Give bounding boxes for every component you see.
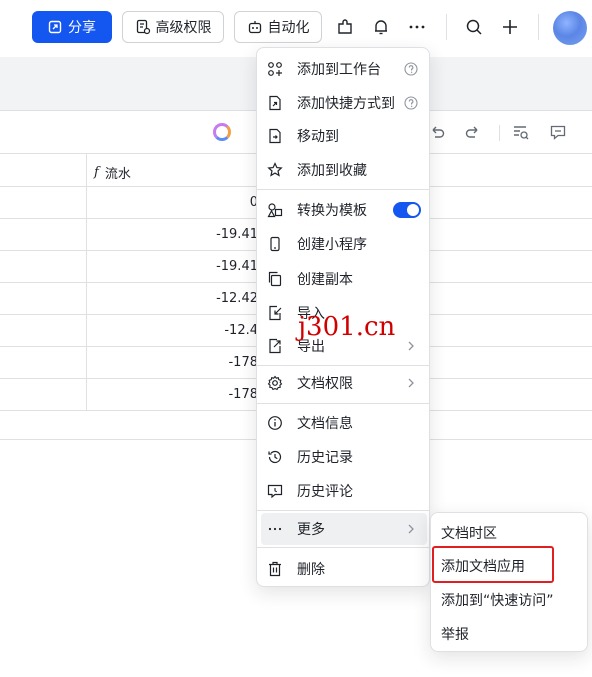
avatar[interactable] [553,11,587,45]
cell-value: -12.4 [224,323,258,338]
menu-item-create-mini-program[interactable]: 创建小程序 [261,228,427,260]
gear-icon [267,375,283,391]
toolbar-divider [446,14,447,40]
chevron-right-icon [403,338,419,354]
history-icon [267,449,283,465]
menu-item-add-shortcut[interactable]: 添加快捷方式到 [261,87,427,119]
menu-divider [257,547,429,548]
bell-icon[interactable] [370,16,392,38]
column-header-label: 流水 [104,167,131,182]
submenu-item-label: 添加到“快速访问” [441,593,554,609]
star-icon [267,162,283,178]
cell-value: -19.41 [216,259,258,274]
info-icon [267,415,283,431]
menu-item-convert-template[interactable]: 转换为模板 [261,194,427,226]
submenu-item-doc-timezone[interactable]: 文档时区 [441,517,497,549]
move-icon [267,128,283,144]
menu-item-add-to-workspace[interactable]: 添加到工作台 [261,53,427,85]
cell-value: -12.42 [216,291,258,306]
menu-item-label: 删除 [297,562,325,578]
share-icon [48,20,62,34]
menu-divider [257,510,429,511]
menu-item-label: 创建副本 [297,272,353,288]
menu-item-label: 添加快捷方式到 [297,96,395,112]
menu-item-label: 文档信息 [297,416,353,432]
formula-icon: f [94,165,99,180]
menu-item-label: 移动到 [297,129,339,145]
menu-item-label: 历史记录 [297,450,353,466]
menu-item-label: 更多 [297,522,325,538]
submenu-item-label: 文档时区 [441,526,497,542]
chevron-right-icon [403,375,419,391]
menu-divider [257,403,429,404]
help-icon[interactable] [403,95,419,111]
menu-item-history-comments[interactable]: 历史评论 [261,475,427,507]
more-horizontal-icon[interactable] [406,16,428,38]
cell-value: -19.41 [216,227,258,242]
import-icon [267,305,283,321]
comment-icon[interactable] [549,123,567,145]
undo-icon[interactable] [428,123,446,145]
menu-item-label: 创建小程序 [297,237,367,253]
plus-icon[interactable] [499,16,521,38]
menu-item-more[interactable]: 更多 [261,513,427,545]
watermark-text: j301.cn [298,312,396,342]
template-icon [267,202,283,218]
menu-item-label: 历史评论 [297,484,353,500]
mini-program-icon [267,236,283,252]
menu-item-move-to[interactable]: 移动到 [261,120,427,152]
permission-doc-icon [136,19,150,35]
submenu-item-label: 举报 [441,627,469,643]
menu-item-doc-info[interactable]: 文档信息 [261,407,427,439]
export-icon [267,338,283,354]
toolbar-divider [499,125,500,141]
menu-item-label: 添加到工作台 [297,62,381,78]
add-to-workspace-icon [267,61,283,77]
search-icon[interactable] [463,16,485,38]
advanced-permission-button[interactable]: 高级权限 [122,11,224,43]
column-header[interactable]: f 流水 [94,163,131,182]
find-icon[interactable] [512,123,530,145]
menu-divider [257,189,429,190]
menu-item-create-copy[interactable]: 创建副本 [261,263,427,295]
menu-item-label: 添加到收藏 [297,163,367,179]
robot-icon [248,21,261,34]
comment-history-icon [267,483,283,499]
copy-icon [267,271,283,287]
shortcut-icon [267,95,283,111]
highlight-annotation [432,546,554,583]
cell-value: -178 [228,387,258,402]
menu-item-add-to-favorites[interactable]: 添加到收藏 [261,154,427,186]
automation-button[interactable]: 自动化 [234,11,322,43]
menu-item-label: 文档权限 [297,376,353,392]
menu-item-label: 转换为模板 [297,203,367,219]
template-toggle[interactable] [393,202,421,218]
trash-icon [267,561,283,577]
share-button[interactable]: 分享 [32,11,112,43]
ai-assistant-icon[interactable] [213,123,231,141]
chevron-right-icon [403,521,419,537]
plugin-icon[interactable] [334,16,356,38]
redo-icon[interactable] [464,123,482,145]
automation-label: 自动化 [267,20,310,36]
help-icon[interactable] [403,61,419,77]
menu-item-delete[interactable]: 删除 [261,553,427,585]
toolbar-divider [538,14,539,40]
submenu-item-report[interactable]: 举报 [441,618,469,650]
cell-value: -178 [228,355,258,370]
menu-item-doc-permission[interactable]: 文档权限 [261,367,427,399]
share-button-label: 分享 [68,20,96,36]
menu-divider [257,365,429,366]
more-icon [267,521,283,537]
submenu-item-add-quick-access[interactable]: 添加到“快速访问” [441,584,554,616]
menu-item-history[interactable]: 历史记录 [261,441,427,473]
advanced-permission-label: 高级权限 [155,20,212,36]
